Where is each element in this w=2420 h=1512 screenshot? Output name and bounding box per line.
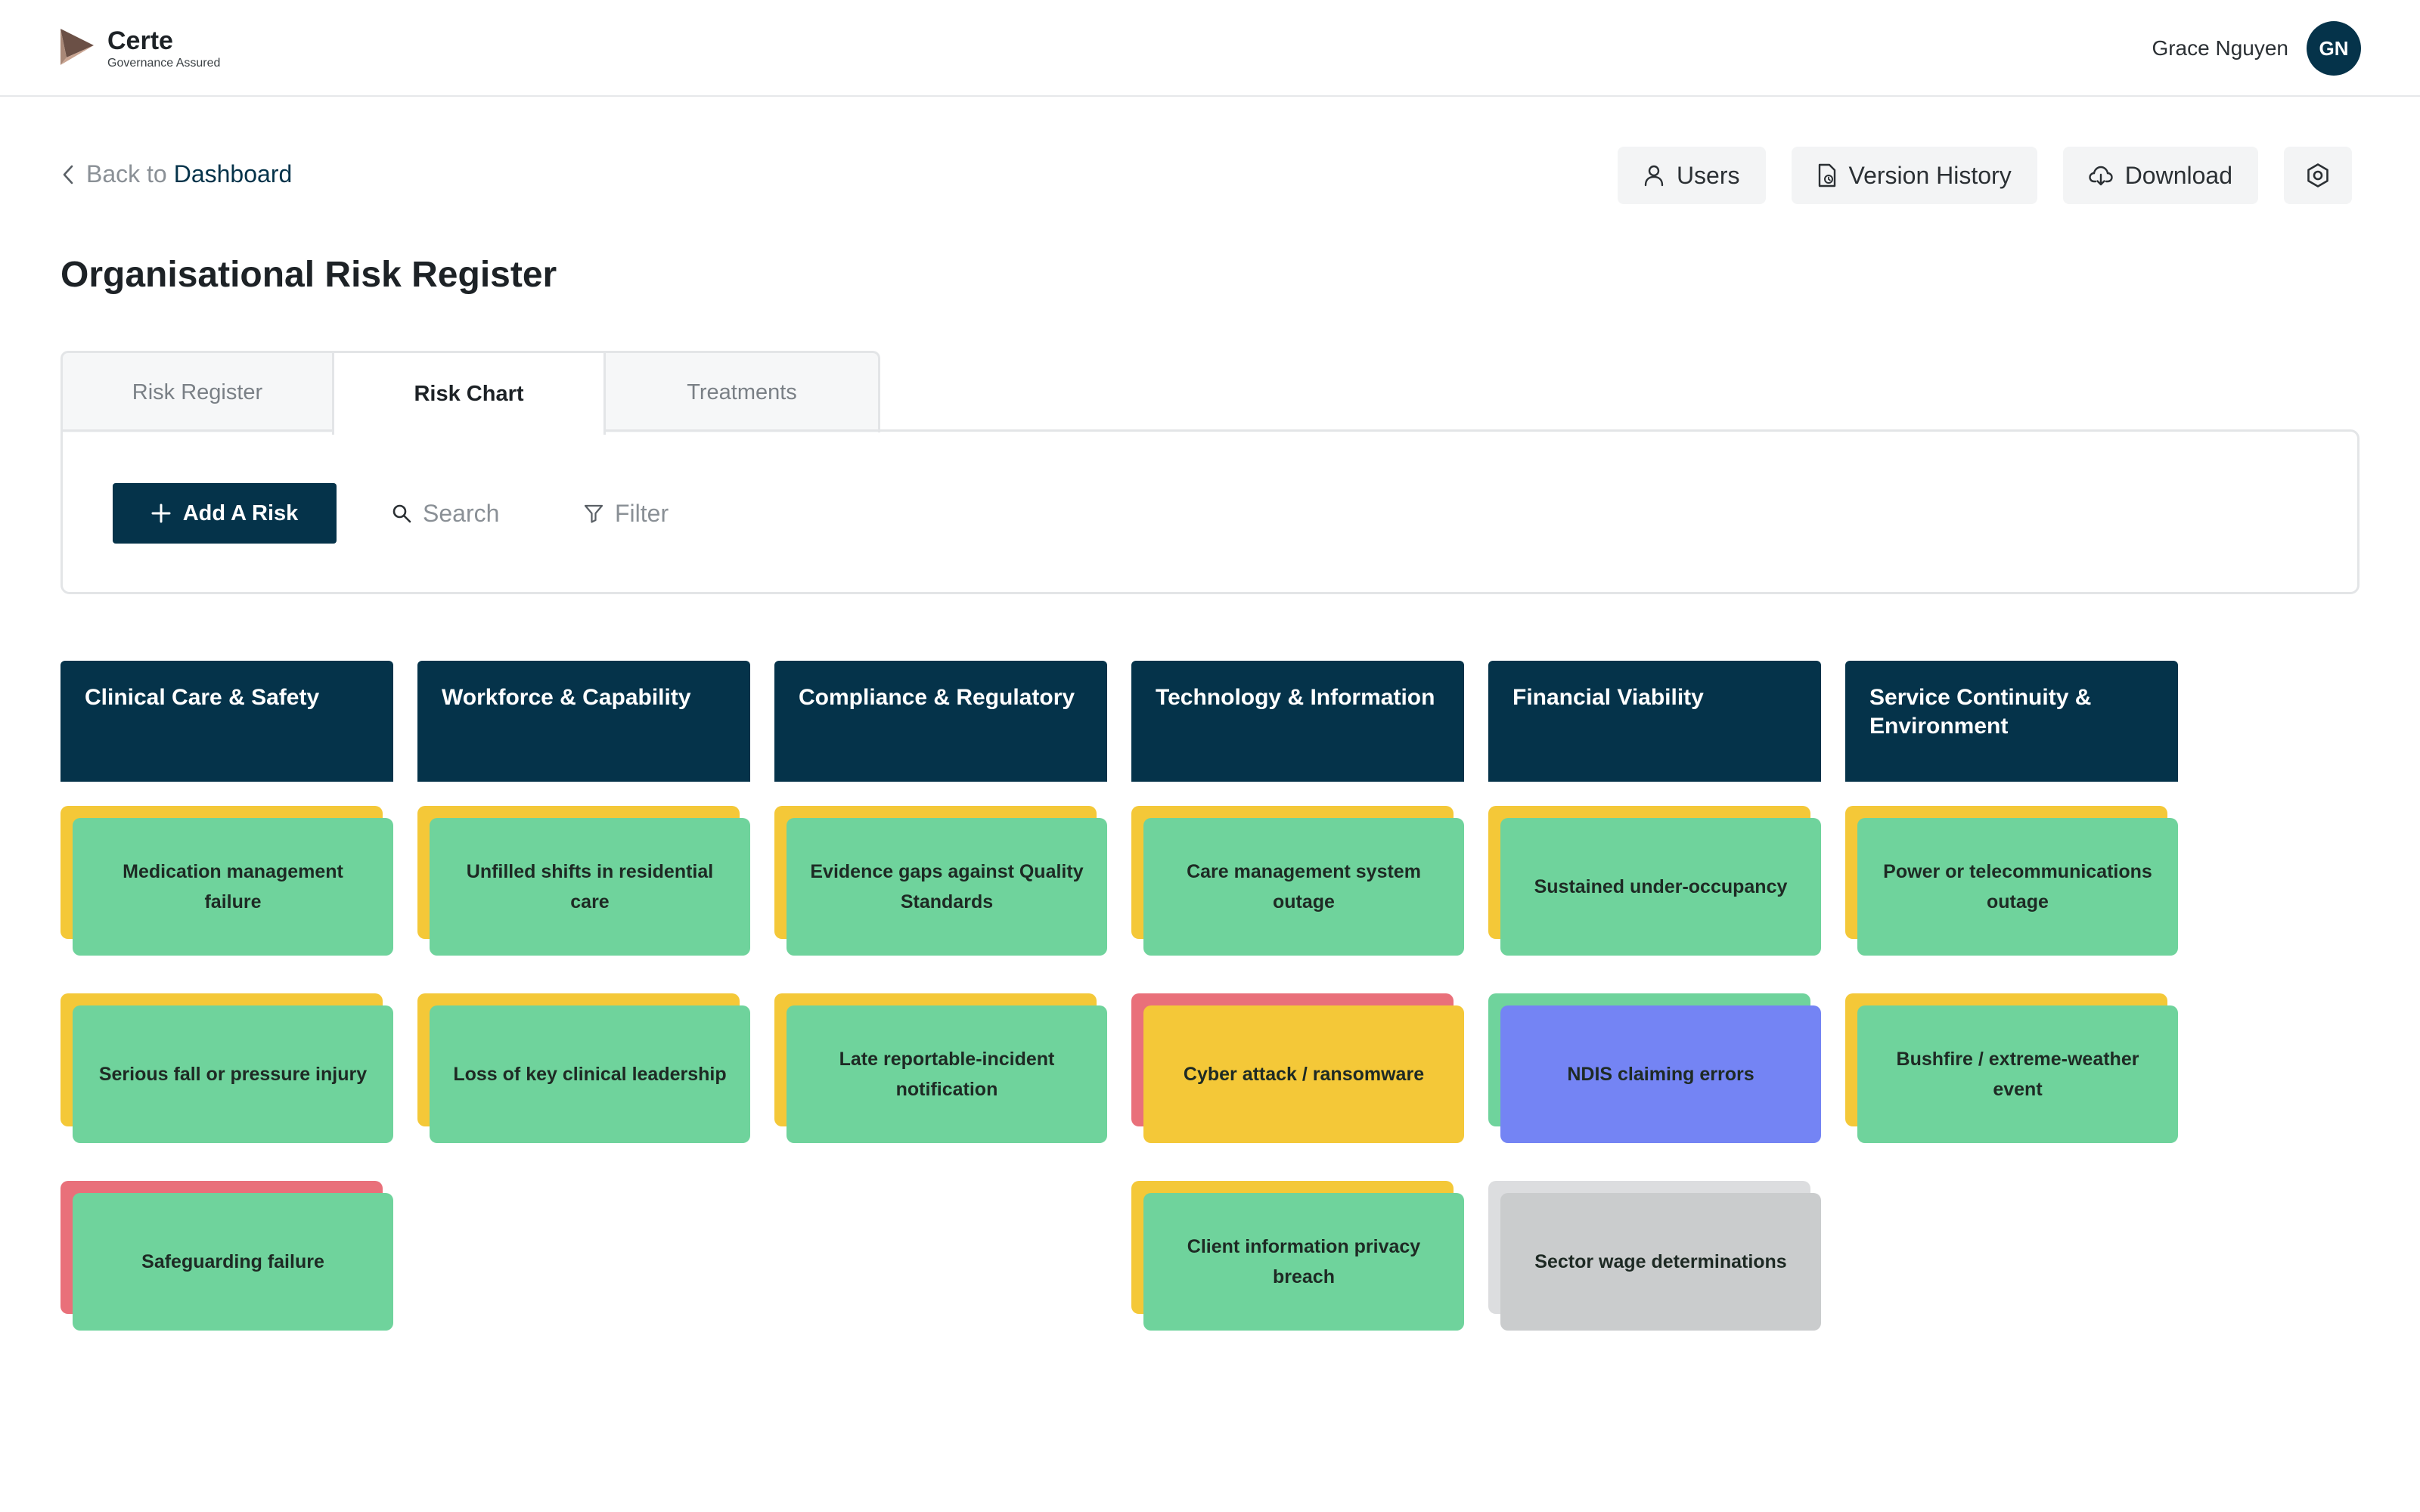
risk-card[interactable]: Sustained under-occupancy [1488, 806, 1821, 957]
search-icon [392, 504, 411, 523]
risk-category-header[interactable]: Clinical Care & Safety [60, 661, 393, 782]
certe-logo-icon [60, 29, 94, 65]
page-title: Organisational Risk Register [60, 255, 557, 295]
app-name: Certe [107, 26, 173, 55]
users-button[interactable]: Users [1617, 147, 1766, 204]
filter-icon [584, 504, 603, 523]
risk-card[interactable]: Serious fall or pressure injury [60, 993, 393, 1145]
risk-card-title: Unfilled shifts in residential care [430, 818, 750, 956]
risk-card[interactable]: Medication management failure [60, 806, 393, 957]
search-label: Search [423, 499, 500, 527]
back-to-dashboard-link[interactable]: Back to Dashboard [62, 160, 292, 188]
risk-card-title: Evidence gaps against Quality Standards [786, 818, 1107, 956]
download-label: Download [2124, 161, 2232, 189]
cloud-download-icon [2088, 166, 2113, 186]
chevron-left-icon [63, 165, 73, 184]
risk-card[interactable]: Evidence gaps against Quality Standards [774, 806, 1107, 957]
risk-card[interactable]: NDIS claiming errors [1488, 993, 1821, 1145]
risk-card[interactable]: Client information privacy breach [1131, 1181, 1464, 1332]
risk-column: Clinical Care & Safety Medication managem… [60, 661, 393, 1331]
users-label: Users [1676, 161, 1740, 189]
risk-card-title: Serious fall or pressure injury [73, 1005, 393, 1143]
risk-card[interactable]: Power or telecommunications outage [1845, 806, 2178, 957]
risk-card[interactable]: Loss of key clinical leadership [417, 993, 750, 1145]
document-history-icon [1818, 163, 1835, 187]
risk-column: Technology & Information Care management … [1131, 661, 1464, 1331]
back-prefix: Back to [86, 160, 167, 187]
toolbar-panel: Add A Risk Search Filter [60, 429, 2360, 594]
risk-category-header[interactable]: Workforce & Capability [417, 661, 750, 782]
user-name: Grace Nguyen [2152, 36, 2288, 60]
settings-icon [2307, 163, 2328, 187]
risk-card[interactable]: Late reportable-incident notification [774, 993, 1107, 1145]
risk-card-title: Medication management failure [73, 818, 393, 956]
page-actions: Users Version History Download [1592, 147, 2352, 204]
plus-icon [151, 503, 171, 523]
version-history-label: Version History [1848, 161, 2012, 189]
view-tabs: Risk Register Risk Chart Treatments [60, 351, 880, 435]
risk-card[interactable]: Bushfire / extreme-weather event [1845, 993, 2178, 1145]
risk-card-title: Safeguarding failure [73, 1193, 393, 1331]
add-risk-label: Add A Risk [182, 500, 299, 525]
risk-card-title: NDIS claiming errors [1500, 1005, 1821, 1143]
risk-card[interactable]: Cyber attack / ransomware [1131, 993, 1464, 1145]
tab-risk-chart[interactable]: Risk Chart [332, 351, 606, 435]
risk-column: Workforce & Capability Unfilled shifts in… [417, 661, 750, 1143]
search-button[interactable]: Search [391, 483, 499, 544]
tab-risk-register[interactable]: Risk Register [60, 351, 334, 432]
risk-category-header[interactable]: Technology & Information [1131, 661, 1464, 782]
risk-category-header[interactable]: Service Continuity & Environment [1845, 661, 2178, 782]
risk-card-title: Cyber attack / ransomware [1143, 1005, 1464, 1143]
avatar[interactable]: GN [2307, 21, 2361, 76]
risk-category-header[interactable]: Financial Viability [1488, 661, 1821, 782]
user-menu[interactable]: Grace Nguyen GN [2152, 21, 2361, 76]
filter-label: Filter [615, 499, 669, 527]
back-link-text[interactable]: Dashboard [174, 160, 293, 188]
risk-card-title: Late reportable-incident notification [786, 1005, 1107, 1143]
risk-card[interactable]: Unfilled shifts in residential care [417, 806, 750, 957]
add-risk-button[interactable]: Add A Risk [113, 483, 337, 544]
user-icon [1644, 165, 1664, 187]
risk-column: Financial Viability Sustained under-occup… [1488, 661, 1821, 1331]
risk-card-title: Client information privacy breach [1143, 1193, 1464, 1331]
risk-card[interactable]: Sector wage determinations [1488, 1181, 1821, 1332]
risk-category-header[interactable]: Compliance & Regulatory [774, 661, 1107, 782]
filter-button[interactable]: Filter [583, 483, 669, 544]
risk-card-title: Loss of key clinical leadership [430, 1005, 750, 1143]
app-tagline: Governance Assured [107, 57, 221, 70]
risk-card-title: Power or telecommunications outage [1857, 818, 2178, 956]
risk-column: Service Continuity & Environment Power or… [1845, 661, 2178, 1143]
risk-column: Compliance & Regulatory Evidence gaps aga… [774, 661, 1107, 1143]
risk-card[interactable]: Care management system outage [1131, 806, 1464, 957]
risk-card-title: Care management system outage [1143, 818, 1464, 956]
risk-card-title: Sustained under-occupancy [1500, 818, 1821, 956]
top-bar: Certe Governance Assured Grace Nguyen GN [0, 0, 2420, 97]
risk-card-title: Bushfire / extreme-weather event [1857, 1005, 2178, 1143]
tab-treatments[interactable]: Treatments [603, 351, 880, 432]
settings-button[interactable] [2284, 147, 2352, 204]
risk-card-title: Sector wage determinations [1500, 1193, 1821, 1331]
version-history-button[interactable]: Version History [1791, 147, 2037, 204]
download-button[interactable]: Download [2062, 147, 2258, 204]
risk-card[interactable]: Safeguarding failure [60, 1181, 393, 1332]
app-logo[interactable]: Certe Governance Assured [59, 27, 220, 71]
